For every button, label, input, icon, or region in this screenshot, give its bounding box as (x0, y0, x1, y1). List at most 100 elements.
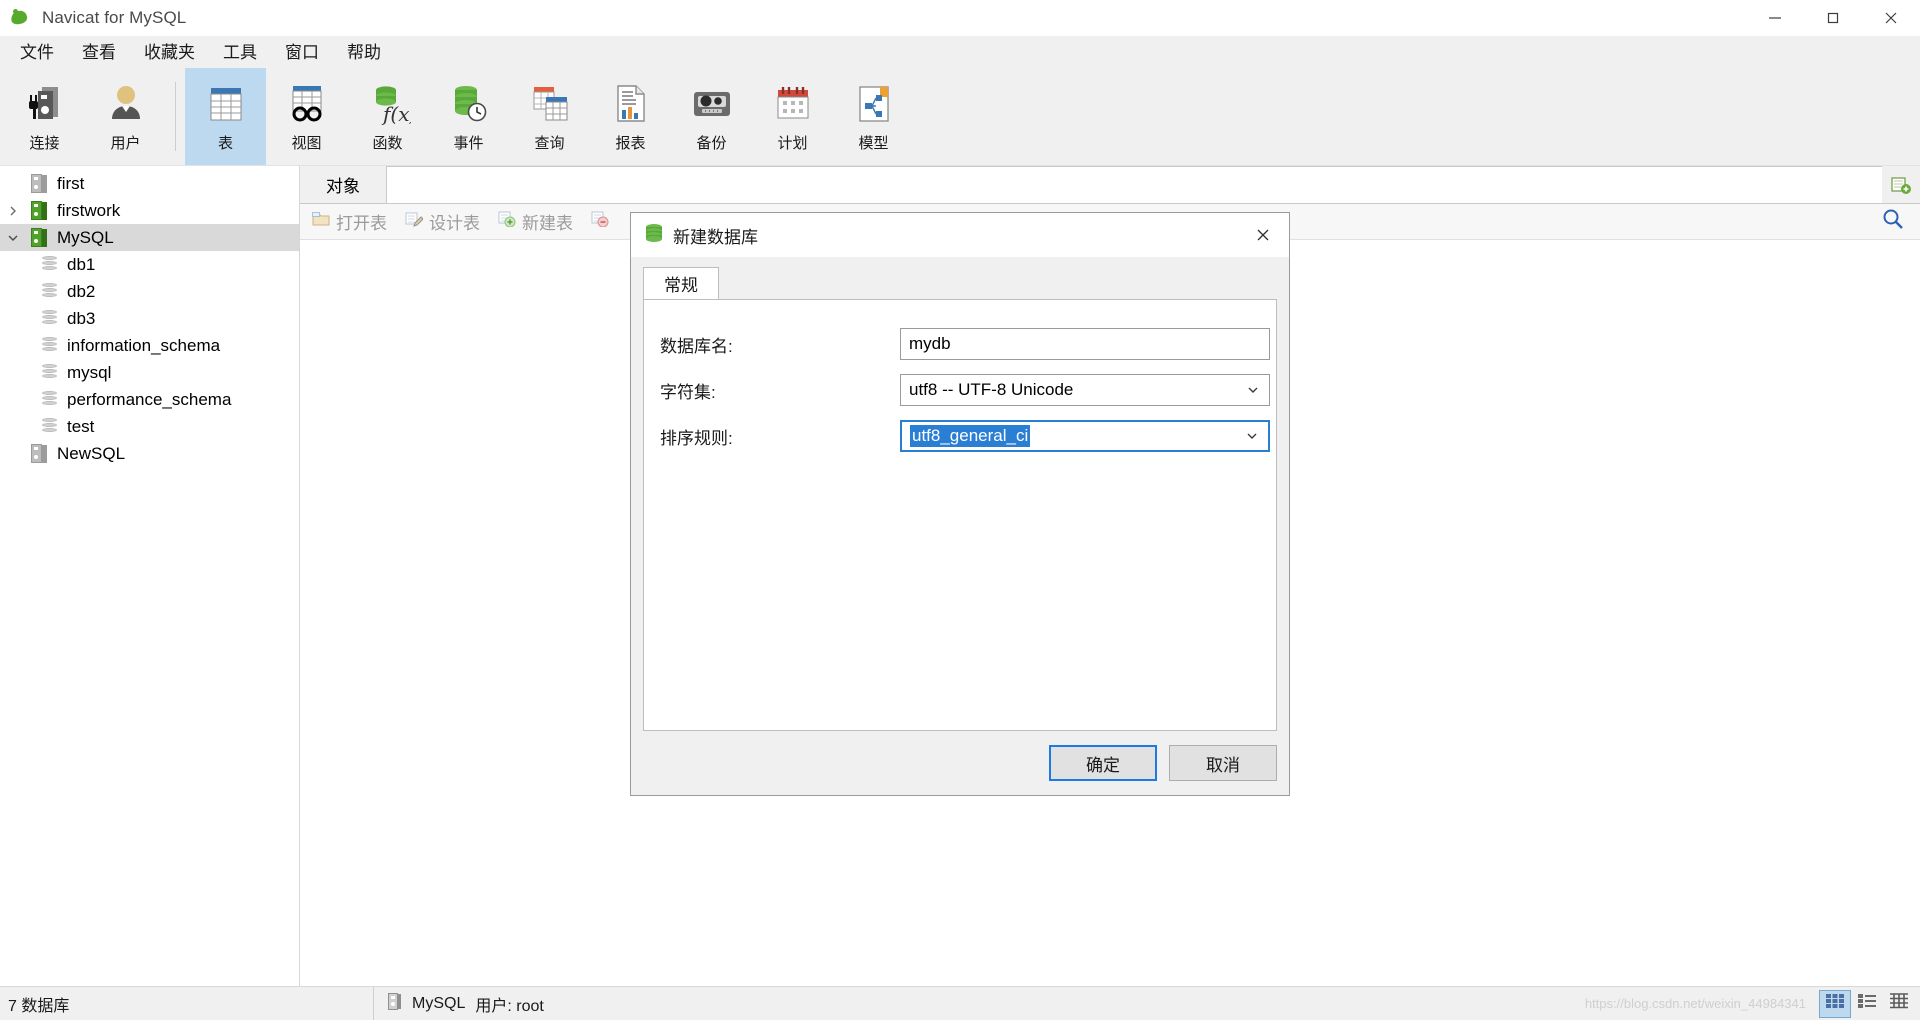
delete-table-icon (591, 211, 609, 232)
chevron-down-icon[interactable] (0, 232, 26, 244)
open-table-button[interactable]: 打开表 (312, 209, 387, 234)
schedule-calendar-icon (770, 78, 816, 130)
tree-label: mysql (67, 362, 112, 382)
model-icon (851, 78, 897, 130)
window-title: Navicat for MySQL (42, 7, 187, 27)
menu-window[interactable]: 窗口 (271, 40, 333, 65)
new-table-label: 新建表 (522, 214, 573, 233)
form-row-collation: 排序规则: utf8_general_ci (644, 420, 1276, 452)
database-name-label: 数据库名: (660, 336, 733, 356)
charset-select[interactable]: utf8 -- UTF-8 Unicode (900, 374, 1270, 406)
tab-objects[interactable]: 对象 (300, 166, 386, 203)
toolbar-label-user: 用户 (110, 135, 141, 152)
view-glasses-icon (284, 78, 330, 130)
search-icon[interactable] (1882, 208, 1904, 235)
status-view-buttons: https://blog.csdn.net/weixin_44984341 (1585, 989, 1920, 1018)
toolbar-button-view[interactable]: 视图 (266, 68, 347, 165)
tree-item-db3[interactable]: db3 (0, 305, 299, 332)
collation-value: utf8_general_ci (910, 425, 1031, 447)
toolbar-button-table[interactable]: 表 (185, 68, 266, 165)
tree-label: db1 (67, 254, 96, 274)
toolbar-button-event[interactable]: 事件 (428, 68, 509, 165)
svg-text:f(x): f(x) (381, 102, 411, 126)
toolbar-label-schedule: 计划 (777, 135, 808, 152)
new-table-button[interactable]: 新建表 (498, 209, 573, 234)
dialog-body: 常规 数据库名: mydb 字符集: utf8 -- UTF-8 Unicode (631, 257, 1289, 731)
toolbar-button-backup[interactable]: 备份 (671, 68, 752, 165)
list-view-button[interactable] (1884, 991, 1914, 1017)
navicat-window: Navicat for MySQL 文件 查看 收藏夹 工具 窗口 帮助 连接 … (0, 0, 1920, 1020)
toolbar-label-table: 表 (217, 135, 233, 152)
charset-label: 字符集: (660, 382, 716, 402)
tree-item-newsql[interactable]: NewSQL (0, 440, 299, 467)
open-table-icon (312, 211, 330, 232)
status-bar: 7 数据库 MySQL 用户: root https://blog.csdn.n… (0, 986, 1920, 1020)
toolbar-button-report[interactable]: 报表 (590, 68, 671, 165)
status-db-count: 7 数据库 (0, 986, 374, 1020)
menu-help[interactable]: 帮助 (333, 40, 395, 65)
tree-label: performance_schema (67, 389, 232, 409)
database-icon (36, 283, 62, 300)
function-icon: f(x) (365, 78, 411, 130)
server-icon-gray (26, 174, 52, 193)
chevron-down-icon[interactable] (1236, 430, 1268, 442)
tree-item-firstwork[interactable]: firstwork (0, 197, 299, 224)
grid-view-icon (1825, 993, 1845, 1014)
toolbar-button-model[interactable]: 模型 (833, 68, 914, 165)
ok-button[interactable]: 确定 (1049, 745, 1157, 781)
database-name-input[interactable]: mydb (900, 328, 1270, 360)
menu-bar: 文件 查看 收藏夹 工具 窗口 帮助 (0, 36, 1920, 68)
toolbar-button-connection[interactable]: 连接 (4, 68, 85, 165)
chevron-down-icon[interactable] (1237, 384, 1269, 396)
chevron-right-icon[interactable] (0, 205, 26, 217)
title-bar: Navicat for MySQL (0, 0, 1920, 36)
collation-label: 排序规则: (660, 428, 733, 448)
collation-select[interactable]: utf8_general_ci (900, 420, 1270, 452)
toolbar-label-report: 报表 (615, 135, 646, 152)
minimize-button[interactable] (1746, 0, 1804, 36)
tree-item-db2[interactable]: db2 (0, 278, 299, 305)
toolbar-button-function[interactable]: f(x) 函数 (347, 68, 428, 165)
database-icon (36, 391, 62, 408)
tree-item-mysql[interactable]: MySQL (0, 224, 299, 251)
toolbar-separator (175, 82, 176, 151)
tree-label: MySQL (57, 227, 114, 247)
dialog-close-button[interactable] (1243, 215, 1283, 255)
dialog-tabs: 常规 (643, 267, 1277, 299)
menu-favorites[interactable]: 收藏夹 (130, 40, 209, 65)
cancel-button[interactable]: 取消 (1169, 745, 1277, 781)
design-table-button[interactable]: 设计表 (405, 209, 480, 234)
database-icon (36, 418, 62, 435)
tree-label: db3 (67, 308, 96, 328)
close-button[interactable] (1862, 0, 1920, 36)
tab-empty-area (386, 166, 1882, 203)
detail-view-icon (1857, 993, 1877, 1014)
tree-label: NewSQL (57, 443, 126, 463)
toolbar-button-schedule[interactable]: 计划 (752, 68, 833, 165)
tree-item-mysql-db[interactable]: mysql (0, 359, 299, 386)
tree-item-test[interactable]: test (0, 413, 299, 440)
menu-tools[interactable]: 工具 (209, 40, 271, 65)
window-controls (1746, 0, 1920, 36)
user-icon (103, 78, 149, 130)
tree-item-first[interactable]: first (0, 170, 299, 197)
menu-view[interactable]: 查看 (68, 40, 130, 65)
detail-view-button[interactable] (1852, 991, 1882, 1017)
tree-label: information_schema (67, 335, 221, 355)
tree-item-information-schema[interactable]: information_schema (0, 332, 299, 359)
delete-table-button[interactable] (591, 211, 615, 232)
maximize-button[interactable] (1804, 0, 1862, 36)
database-icon (36, 310, 62, 327)
tab-strip: 对象 (300, 166, 1920, 204)
dialog-tab-general[interactable]: 常规 (643, 267, 719, 299)
database-icon (36, 364, 62, 381)
tree-label: db2 (67, 281, 96, 301)
add-tab-icon[interactable] (1882, 166, 1920, 203)
toolbar-button-query[interactable]: 查询 (509, 68, 590, 165)
design-table-icon (405, 211, 424, 232)
tree-item-db1[interactable]: db1 (0, 251, 299, 278)
menu-file[interactable]: 文件 (6, 40, 68, 65)
toolbar-button-user[interactable]: 用户 (85, 68, 166, 165)
tree-item-performance-schema[interactable]: performance_schema (0, 386, 299, 413)
grid-view-button[interactable] (1819, 989, 1851, 1018)
